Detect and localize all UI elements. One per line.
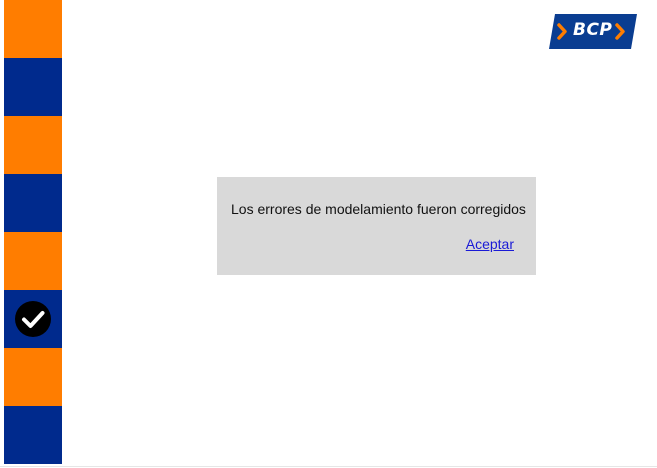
check-circle-icon xyxy=(15,301,51,337)
page: BCP Los errores de modelamiento fueron c… xyxy=(0,0,657,468)
bcp-logo: BCP xyxy=(549,14,637,49)
dialog-message: Los errores de modelamiento fueron corre… xyxy=(231,201,526,217)
confirmation-dialog: Los errores de modelamiento fueron corre… xyxy=(217,177,536,275)
strip-block-orange xyxy=(4,348,62,406)
progress-side-strip xyxy=(4,0,62,468)
bottom-divider xyxy=(0,466,657,467)
strip-block-blue xyxy=(4,58,62,116)
strip-block-blue-current xyxy=(4,290,62,348)
bcp-logo-text: BCP xyxy=(573,20,613,40)
strip-block-blue xyxy=(4,406,62,464)
strip-block-blue xyxy=(4,174,62,232)
strip-block-orange xyxy=(4,116,62,174)
strip-block-orange xyxy=(4,0,62,58)
strip-block-orange xyxy=(4,232,62,290)
accept-button[interactable]: Aceptar xyxy=(466,236,514,252)
